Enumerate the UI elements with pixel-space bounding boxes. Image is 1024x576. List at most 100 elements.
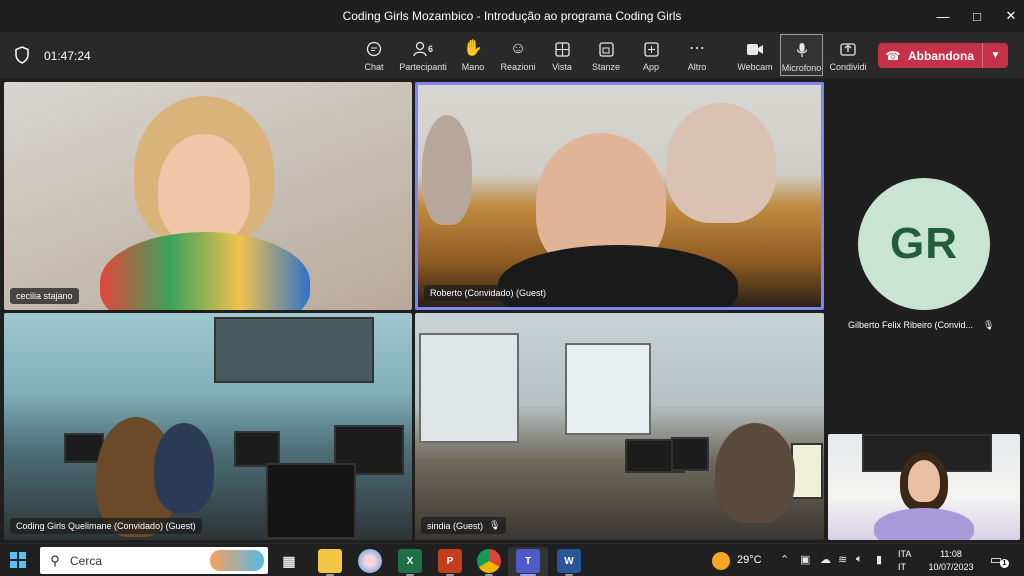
video-tile-sindia[interactable]: sindia (Guest) 🎙︎ (415, 313, 824, 540)
chrome-icon[interactable] (477, 549, 501, 573)
participant-name: Coding Girls Quelimane (Convidado) (Gues… (10, 518, 202, 534)
smiley-icon: ☺ (509, 40, 527, 57)
clock-time: 11:08 (940, 549, 962, 559)
maximize-button[interactable]: □ (960, 0, 994, 32)
chevron-up-icon[interactable]: ⌃ (780, 553, 789, 566)
search-highlight-image (210, 550, 264, 571)
leave-button[interactable]: ☎ Abbandona ▼ (878, 43, 1008, 68)
battery-icon[interactable]: ▮ (876, 553, 882, 566)
more-button[interactable]: ⋯ Altro (684, 34, 710, 76)
apps-label: App (642, 62, 659, 72)
share-button[interactable]: Condividi (828, 34, 868, 76)
avatar: GR (858, 178, 990, 310)
raise-hand-button[interactable]: ✋ Mano (458, 34, 488, 76)
video-tile-cecilia[interactable]: cecilia stajano (4, 82, 412, 310)
participant-name: sindia (Guest) 🎙︎ (421, 517, 507, 534)
microphone-muted-icon: 🎙︎ (983, 320, 995, 330)
chat-label: Chat (364, 62, 384, 72)
task-view-icon[interactable]: ▦ (277, 549, 301, 573)
hand-image (666, 103, 776, 223)
teams-icon[interactable]: T (516, 549, 540, 573)
video-tile-quelimane[interactable]: Coding Girls Quelimane (Convidado) (Gues… (4, 313, 412, 540)
windows-start-icon[interactable] (10, 552, 26, 568)
participant-name: cecilia stajano (10, 288, 79, 304)
grid-icon (551, 39, 573, 59)
participant-gilberto[interactable]: GR Gilberto Felix Ribeiro (Convid... 🎙︎ (828, 82, 1020, 338)
leave-label: Abbandona (908, 48, 974, 63)
student-image (154, 423, 214, 513)
projected-screen-image (214, 317, 374, 383)
monitor-image (791, 443, 823, 499)
maximize-icon: □ (973, 8, 981, 24)
monitor-image (234, 431, 280, 467)
meet-now-icon[interactable]: ▣ (800, 553, 810, 566)
close-icon: ✕ (1005, 8, 1017, 23)
participants-label: Partecipanti (399, 62, 447, 72)
monitor-image (671, 437, 709, 471)
weather-temperature[interactable]: 29°C (737, 554, 762, 566)
paint-icon[interactable] (358, 549, 382, 573)
shield-icon (15, 46, 29, 64)
breakout-rooms-icon (595, 39, 617, 59)
face-image (158, 134, 250, 244)
microphone-button[interactable]: Microfono (780, 34, 823, 76)
participants-count: 6 (427, 43, 433, 54)
clock-date: 10/07/2023 (928, 562, 974, 572)
notification-count: 1 (1000, 559, 1009, 568)
participant-name: Roberto (Convidado) (Guest) (424, 285, 553, 301)
taskbar-search[interactable]: ⚲ Cerca (40, 547, 268, 574)
raise-hand-label: Mano (461, 62, 485, 72)
weather-sun-icon[interactable] (712, 552, 730, 570)
chat-icon (363, 39, 385, 59)
excel-icon[interactable]: X (398, 549, 422, 573)
apps-button[interactable]: App (638, 34, 664, 76)
people-icon: 6 (408, 39, 438, 59)
video-tile-roberto[interactable]: Roberto (Convidado) (Guest) (415, 82, 824, 310)
input-language[interactable]: ITA IT (898, 548, 911, 574)
system-clock[interactable]: 11:08 10/07/2023 (926, 548, 976, 574)
speaker-icon[interactable]: 🔈︎ (856, 553, 863, 566)
shirt-image (100, 232, 310, 310)
reactions-button[interactable]: ☺ Reazioni (500, 34, 536, 76)
microphone-label: Microfono (781, 63, 822, 73)
search-placeholder: Cerca (70, 553, 103, 568)
webcam-button[interactable]: Webcam (736, 34, 774, 76)
participant-name: Gilberto Felix Ribeiro (Convid... 🎙︎ (848, 320, 995, 330)
minimize-button[interactable]: — (926, 0, 960, 32)
more-label: Altro (687, 62, 707, 72)
share-icon (837, 39, 859, 59)
hand-image (422, 115, 472, 225)
teams-meeting-window: Coding Girls Mozambico - Introdução ao p… (0, 0, 1024, 576)
shirt-image (874, 508, 974, 540)
chat-button[interactable]: Chat (360, 34, 388, 76)
search-icon: ⚲ (50, 552, 60, 568)
webcam-label: Webcam (737, 62, 773, 72)
window-title: Coding Girls Mozambico - Introdução ao p… (342, 9, 682, 23)
breakout-rooms-label: Stanze (591, 62, 621, 72)
add-app-icon (640, 39, 662, 59)
share-label: Condividi (829, 62, 867, 72)
title-bar: Coding Girls Mozambico - Introdução ao p… (0, 0, 1024, 32)
windows-taskbar: ⚲ Cerca ▦ X P T W 29°C ⌃ ▣ ☁ ≋ 🔈︎ ▮ ITA … (0, 543, 1024, 576)
word-icon[interactable]: W (557, 549, 581, 573)
raise-hand-icon: ✋ (463, 40, 483, 57)
powerpoint-icon[interactable]: P (438, 549, 462, 573)
breakout-rooms-button[interactable]: Stanze (590, 34, 622, 76)
self-video-preview[interactable] (828, 434, 1020, 540)
more-icon: ⋯ (689, 40, 705, 57)
view-button[interactable]: Vista (548, 34, 576, 76)
chevron-down-icon[interactable]: ▼ (982, 43, 1008, 68)
reactions-label: Reazioni (500, 62, 536, 72)
file-explorer-icon[interactable] (318, 549, 342, 573)
wifi-icon[interactable]: ≋ (838, 553, 847, 566)
microphone-icon (791, 40, 813, 60)
camera-icon (744, 39, 766, 59)
minimize-icon: — (936, 8, 950, 24)
meeting-timer: 01:47:24 (44, 49, 91, 63)
participants-button[interactable]: 6 Partecipanti (398, 34, 448, 76)
onedrive-icon[interactable]: ☁ (820, 553, 831, 566)
meeting-toolbar: 01:47:24 Chat 6 Partecipanti ✋ Mano ☺ Re… (0, 32, 1024, 78)
student-image (715, 423, 795, 523)
close-button[interactable]: ✕ (994, 0, 1024, 32)
window-image (565, 343, 651, 435)
